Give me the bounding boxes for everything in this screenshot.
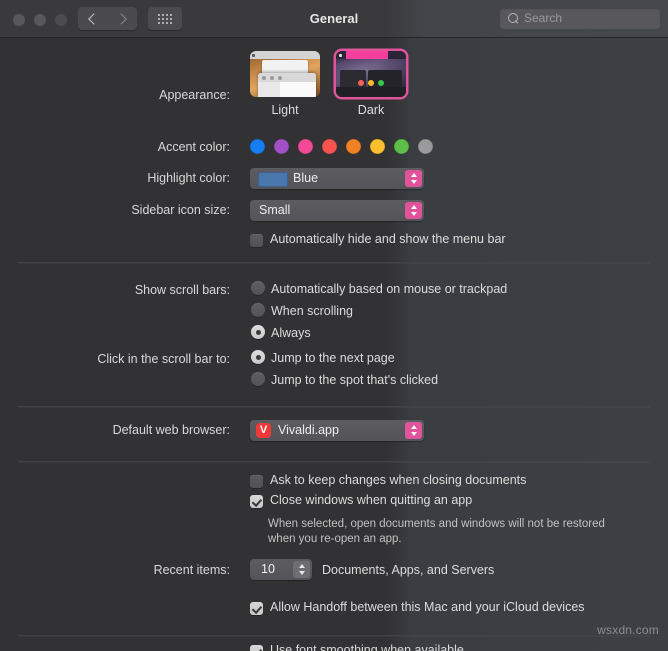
chevron-down-icon (298, 571, 305, 575)
accent-swatch-red[interactable] (322, 139, 337, 154)
sidebar-icon-size-value: Small (259, 203, 291, 217)
recent-items-suffix: Documents, Apps, and Servers (322, 563, 495, 577)
accent-swatch-yellow[interactable] (370, 139, 385, 154)
scrollbar-option-automatic-label: Automatically based on mouse or trackpad (271, 282, 508, 296)
light-theme-label: Light (271, 103, 299, 117)
accent-swatch-orange[interactable] (346, 139, 361, 154)
divider-4 (18, 635, 650, 636)
default-browser-dropdown[interactable]: V Vivaldi.app (250, 420, 424, 441)
chevron-up-icon (410, 173, 417, 177)
divider-2 (18, 406, 650, 407)
scrollbar-option-always-label: Always (271, 326, 311, 340)
system-preferences-window: General Search Appearance: Light Dark Ac… (0, 0, 668, 651)
scrollbar-click-spot-radio[interactable] (251, 372, 265, 386)
search-input[interactable]: Search (500, 8, 660, 29)
dark-theme-thumbnail[interactable] (336, 51, 406, 97)
recent-items-label: Recent items: (153, 563, 230, 577)
light-window-sidebar (258, 82, 280, 97)
scrollbar-option-when-scrolling-radio[interactable] (251, 303, 265, 317)
light-window-titlebar (258, 73, 316, 82)
default-browser-value: Vivaldi.app (278, 423, 339, 437)
close-windows-help-line-1: When selected, open documents and window… (268, 518, 605, 530)
scrollbar-click-spot-label: Jump to the spot that's clicked (271, 373, 439, 387)
scrollbar-click-next-page-radio[interactable] (251, 350, 265, 364)
scrollbar-option-always-radio[interactable] (251, 325, 265, 339)
light-window-front (258, 73, 316, 97)
default-browser-stepper[interactable] (405, 422, 422, 439)
auto-hide-menubar-checkbox[interactable] (250, 234, 263, 247)
accent-swatch-graphite[interactable] (418, 139, 433, 154)
font-smoothing-label: Use font smoothing when available (270, 643, 464, 651)
scrollbar-click-next-page-label: Jump to the next page (271, 351, 395, 365)
chevron-down-icon (410, 432, 417, 436)
ask-keep-changes-checkbox[interactable] (250, 475, 263, 488)
divider-1 (18, 262, 650, 263)
chevron-down-icon (410, 180, 417, 184)
preferences-content: Appearance: Light Dark Accent color: Hig… (0, 38, 668, 651)
accent-color-label: Accent color: (157, 140, 230, 154)
sidebar-icon-size-label: Sidebar icon size: (131, 203, 230, 217)
highlight-color-swatch (258, 172, 288, 187)
ask-keep-changes-label: Ask to keep changes when closing documen… (270, 473, 527, 487)
highlight-color-stepper[interactable] (405, 170, 422, 187)
highlight-color-value: Blue (293, 171, 319, 185)
chevron-up-icon (298, 564, 305, 568)
dark-menubar (336, 51, 406, 59)
search-icon (508, 13, 518, 23)
recent-items-value: 10 (261, 562, 275, 576)
appearance-label: Appearance: (159, 88, 230, 102)
appearance-option-dark[interactable]: Dark (336, 51, 406, 117)
highlight-color-dropdown[interactable]: Blue (250, 168, 424, 189)
font-smoothing-checkbox[interactable] (250, 645, 263, 651)
appearance-option-light[interactable]: Light (250, 51, 320, 117)
accent-swatch-purple[interactable] (274, 139, 289, 154)
scrollbar-option-when-scrolling-label: When scrolling (271, 304, 353, 318)
chevron-down-icon (410, 212, 417, 216)
recent-items-stepper-buttons[interactable] (293, 561, 310, 578)
light-menubar (250, 51, 320, 59)
accent-color-swatches (250, 139, 433, 154)
dark-dock-strip (336, 87, 406, 97)
sidebar-icon-size-dropdown[interactable]: Small (250, 200, 424, 221)
close-windows-label: Close windows when quitting an app (270, 493, 473, 507)
handoff-checkbox[interactable] (250, 602, 263, 615)
scrollbar-option-automatic-radio[interactable] (251, 281, 265, 295)
chevron-up-icon (410, 425, 417, 429)
dark-theme-label: Dark (357, 103, 385, 117)
close-windows-help-line-2: when you re-open an app. (268, 533, 402, 545)
highlight-color-label: Highlight color: (147, 171, 230, 185)
show-scroll-bars-label: Show scroll bars: (134, 283, 230, 297)
auto-hide-menubar-label: Automatically hide and show the menu bar (270, 232, 506, 246)
default-browser-label: Default web browser: (112, 423, 230, 437)
sidebar-icon-size-stepper[interactable] (405, 202, 422, 219)
accent-swatch-pink[interactable] (298, 139, 313, 154)
accent-swatch-green[interactable] (394, 139, 409, 154)
chevron-up-icon (410, 205, 417, 209)
handoff-label: Allow Handoff between this Mac and your … (270, 600, 585, 614)
search-placeholder: Search (524, 11, 563, 25)
scrollbar-click-label: Click in the scroll bar to: (97, 352, 230, 366)
accent-swatch-blue[interactable] (250, 139, 265, 154)
divider-3 (18, 461, 650, 462)
vivaldi-icon: V (256, 423, 271, 438)
window-titlebar: General Search (0, 0, 668, 38)
recent-items-stepper[interactable]: 10 (250, 559, 312, 580)
close-windows-checkbox[interactable] (250, 495, 263, 508)
light-theme-thumbnail[interactable] (250, 51, 320, 97)
watermark: wsxdn.com (597, 623, 659, 637)
